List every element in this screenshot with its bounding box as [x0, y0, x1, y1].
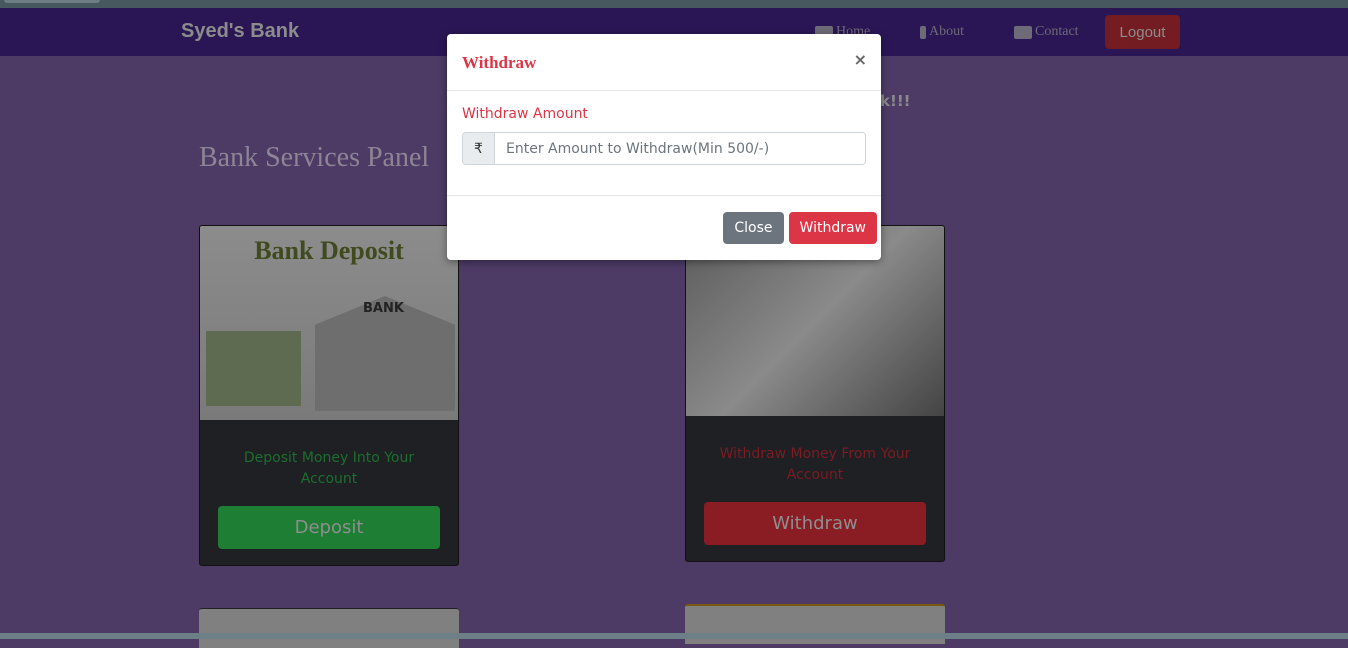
- modal-body: Withdraw Amount ₹: [447, 91, 881, 196]
- rupee-icon: ₹: [463, 133, 495, 164]
- withdraw-submit-button[interactable]: Withdraw: [788, 212, 877, 244]
- nav-contact-label: Contact: [1035, 24, 1079, 39]
- modal-title: Withdraw: [462, 53, 537, 72]
- browser-strip: [0, 0, 1348, 8]
- welcome-text: k!!!: [880, 92, 911, 110]
- brand-logo[interactable]: Syed's Bank: [181, 20, 299, 43]
- nav-contact[interactable]: Contact: [1014, 24, 1079, 40]
- withdraw-card: Withdraw Money From Your Account Withdra…: [685, 225, 945, 562]
- browser-tab[interactable]: [4, 0, 100, 3]
- deposit-image: Bank Deposit BANK: [200, 226, 458, 420]
- logout-button[interactable]: Logout: [1105, 15, 1180, 49]
- info-icon: [920, 25, 926, 39]
- card-stub: [199, 608, 459, 648]
- amount-label: Withdraw Amount: [462, 106, 588, 122]
- withdraw-card-button[interactable]: Withdraw: [704, 502, 926, 545]
- bank-image-label: BANK: [363, 301, 404, 316]
- modal-footer: Close Withdraw: [447, 196, 881, 244]
- amount-input-group: ₹: [462, 132, 866, 165]
- close-button[interactable]: Close: [723, 212, 784, 244]
- modal-header: Withdraw ×: [447, 34, 881, 91]
- deposit-image-title: Bank Deposit: [254, 236, 404, 265]
- nav-about[interactable]: About: [920, 24, 964, 40]
- deposit-card: Bank Deposit BANK Deposit Money Into You…: [199, 225, 459, 566]
- deposit-button[interactable]: Deposit: [218, 506, 440, 549]
- nav-about-label: About: [929, 24, 964, 39]
- withdraw-description: Withdraw Money From Your Account: [719, 446, 911, 483]
- deposit-description: Deposit Money Into Your Account: [243, 450, 415, 487]
- amount-input[interactable]: [495, 133, 865, 164]
- close-icon[interactable]: ×: [854, 50, 867, 69]
- page-title: Bank Services Panel: [199, 142, 430, 173]
- withdraw-modal: Withdraw × Withdraw Amount ₹ Close Withd…: [447, 34, 881, 260]
- taskbar: [0, 633, 1348, 639]
- contact-card-icon: [1014, 25, 1032, 39]
